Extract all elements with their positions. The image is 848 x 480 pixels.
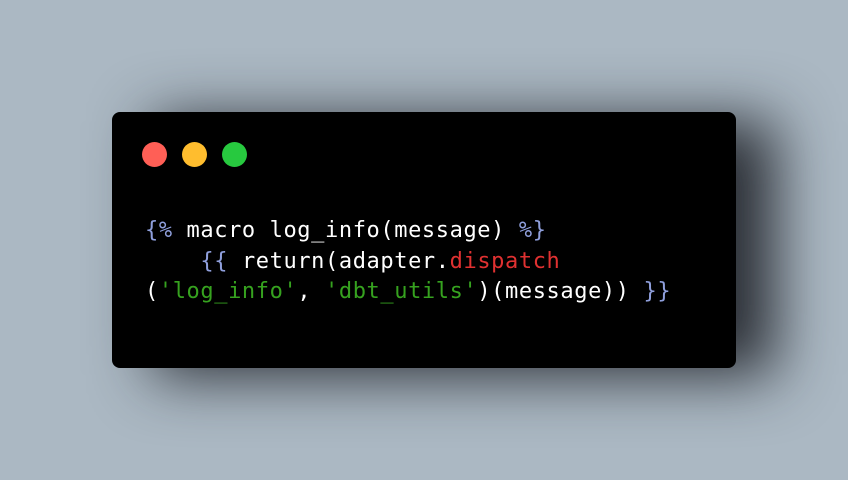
code-token: 'log_info' <box>158 279 298 304</box>
code-token: )(message)) <box>477 279 644 304</box>
code-token: }} <box>643 279 672 304</box>
code-token: %} <box>518 218 547 243</box>
code-token: {{ <box>200 248 229 274</box>
code-token: ( <box>145 279 159 304</box>
close-dot-icon[interactable] <box>142 142 167 167</box>
code-token: 'dbt_utils' <box>325 279 478 304</box>
code-token: {% <box>145 218 173 243</box>
code-token: dispatch <box>449 248 561 274</box>
code-line-3: ('log_info', 'dbt_utils')(message)) }} <box>145 277 671 308</box>
minimize-dot-icon[interactable] <box>182 142 207 167</box>
code-block: {% macro log_info(message) %} {{ return(… <box>145 216 671 308</box>
code-token: return(adapter. <box>228 248 450 274</box>
code-token: macro log_info(message) <box>172 218 519 243</box>
code-token: , <box>297 279 326 304</box>
code-line-1: {% macro log_info(message) %} <box>145 216 671 247</box>
window-controls <box>142 142 247 167</box>
maximize-dot-icon[interactable] <box>222 142 247 167</box>
code-line-2: {{ return(adapter.dispatch <box>145 247 671 278</box>
code-window: {% macro log_info(message) %} {{ return(… <box>112 112 736 368</box>
